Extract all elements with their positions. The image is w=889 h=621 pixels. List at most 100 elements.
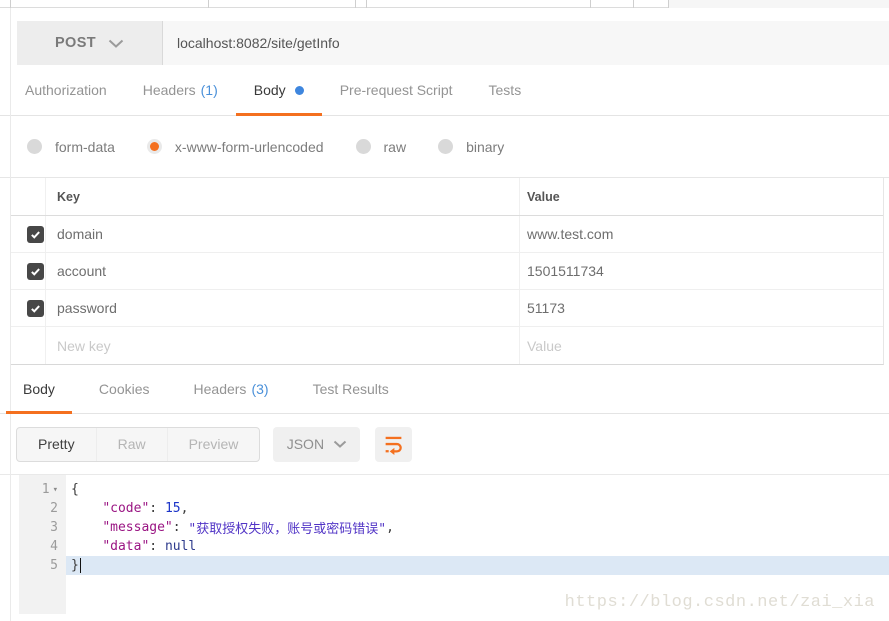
header-check-cell [11, 178, 46, 215]
url-text: localhost:8082/site/getInfo [177, 35, 340, 51]
token-p: : [149, 539, 165, 554]
code-line: 2 "code": 15, [0, 499, 889, 518]
token-p [71, 539, 102, 554]
body-mode-x-www-form-urlencoded[interactable]: x-www-form-urlencoded [146, 139, 324, 155]
token-p: } [71, 558, 79, 573]
token-n: 15 [164, 501, 181, 516]
checkmark-icon [31, 304, 40, 313]
tab-label: Tests [488, 82, 522, 98]
unsaved-dot-icon [294, 85, 304, 95]
row-check-cell [11, 216, 46, 252]
tab-divider [366, 0, 367, 8]
tab-label: Headers [142, 82, 196, 98]
line-number: 1 ▾ [19, 480, 66, 499]
radio-icon [146, 139, 162, 154]
request-tab-body[interactable]: Body [235, 65, 322, 116]
new-key-input[interactable]: New key [46, 327, 520, 364]
token-p: : [149, 501, 165, 516]
request-tabs: Authorization Headers (1) Body Pre-request S… [0, 65, 889, 116]
tab-label: Headers [193, 381, 247, 397]
param-value-cell[interactable]: 51173 [520, 290, 883, 326]
response-tab-headers[interactable]: Headers (3) [177, 365, 286, 413]
line-number-text: 1 [41, 482, 50, 497]
new-key-placeholder: New key [57, 337, 111, 354]
param-value-cell[interactable]: 1501511734 [520, 253, 883, 289]
token-p: { [71, 482, 79, 497]
radio-icon [438, 139, 454, 154]
row-check-cell [11, 327, 46, 364]
row-check-cell [11, 253, 46, 289]
radio-icon [27, 139, 42, 154]
code-line-text: { [66, 480, 889, 499]
param-value-cell[interactable]: www.test.com [520, 216, 883, 252]
tab-strip-right-area [668, 0, 889, 8]
format-label: JSON [286, 436, 325, 452]
row-checkbox[interactable] [27, 262, 44, 280]
param-key-cell[interactable]: domain [46, 216, 520, 252]
radio-label: form-data [55, 138, 115, 155]
checkmark-icon [31, 267, 40, 276]
new-value-input[interactable]: Value [520, 327, 883, 364]
table-row: password 51173 [11, 290, 883, 327]
body-mode-raw[interactable]: raw [355, 138, 407, 155]
fold-caret-icon[interactable]: ▾ [53, 485, 58, 495]
request-tab-headers[interactable]: Headers (1) [125, 65, 236, 115]
radio-label: raw [383, 138, 407, 155]
response-tabs: Body Cookies Headers (3) Test Results [0, 365, 889, 414]
response-toolbar: Pretty Raw Preview JSON [0, 414, 889, 475]
tab-divider [590, 0, 591, 8]
code-line: 4 "data": null [0, 537, 889, 556]
url-input[interactable]: localhost:8082/site/getInfo [163, 21, 889, 65]
tab-label: Pre-request Script [339, 82, 453, 98]
request-tab-tests[interactable]: Tests [471, 65, 540, 115]
tab-label: Authorization [25, 82, 107, 98]
body-mode-binary[interactable]: binary [438, 139, 504, 155]
format-dropdown[interactable]: JSON [273, 426, 361, 462]
view-mode-raw[interactable]: Raw [95, 427, 167, 461]
request-tab-pre-request-script[interactable]: Pre-request Script [322, 65, 471, 115]
method-selector[interactable]: POST [17, 21, 163, 65]
key-column-header: Key [46, 178, 520, 215]
code-lines: 1 ▾{2 "code": 15, 3 "message": "获取授权失败，账号或… [0, 475, 889, 575]
wrap-lines-button[interactable] [375, 426, 413, 462]
code-line: 3 "message": "获取授权失败，账号或密码错误", [0, 518, 889, 537]
row-checkbox[interactable] [27, 225, 44, 243]
chevron-down-icon [333, 440, 347, 448]
response-tab-body[interactable]: Body [6, 365, 72, 414]
code-line-text: "data": null [66, 537, 889, 556]
param-key-cell[interactable]: account [46, 253, 520, 289]
tab-label: Cookies [98, 381, 150, 397]
line-number: 3 [19, 518, 66, 537]
value-column-header: Value [527, 189, 560, 204]
token-k: "code" [102, 501, 150, 516]
param-key-cell[interactable]: password [46, 290, 520, 326]
line-number: 2 [19, 499, 66, 518]
response-tab-test-results[interactable]: Test Results [296, 365, 406, 413]
app-tab-strip [0, 0, 889, 8]
line-number: 4 [19, 537, 66, 556]
token-k: "message" [102, 520, 173, 535]
table-header-row: Key Value [11, 178, 883, 216]
tab-divider [208, 0, 209, 8]
row-check-cell [11, 290, 46, 326]
body-mode-form-data[interactable]: form-data [27, 139, 115, 155]
line-number-text: 4 [50, 539, 58, 554]
row-checkbox[interactable] [27, 299, 44, 317]
table-row: account 1501511734 [11, 253, 883, 290]
tab-divider [668, 0, 669, 8]
tab-label: Body [23, 381, 55, 397]
new-param-row: New key Value [11, 327, 883, 364]
params-table: Key Value domain www.test.com account 15015… [11, 178, 884, 365]
request-tab-authorization[interactable]: Authorization [7, 65, 125, 115]
radio-icon [355, 139, 371, 154]
view-mode-pretty[interactable]: Pretty [17, 428, 96, 461]
token-k: "data" [102, 539, 150, 554]
token-p: , [180, 501, 189, 516]
tab-count-badge: (3) [251, 381, 269, 397]
view-mode-preview[interactable]: Preview [166, 427, 260, 461]
response-tab-cookies[interactable]: Cookies [82, 365, 167, 413]
body-mode-selector: form-data x-www-form-urlencoded raw binary [0, 116, 889, 178]
radio-label: binary [466, 138, 505, 155]
new-value-placeholder: Value [527, 337, 562, 354]
code-line-text: "message": "获取授权失败，账号或密码错误", [66, 518, 889, 537]
